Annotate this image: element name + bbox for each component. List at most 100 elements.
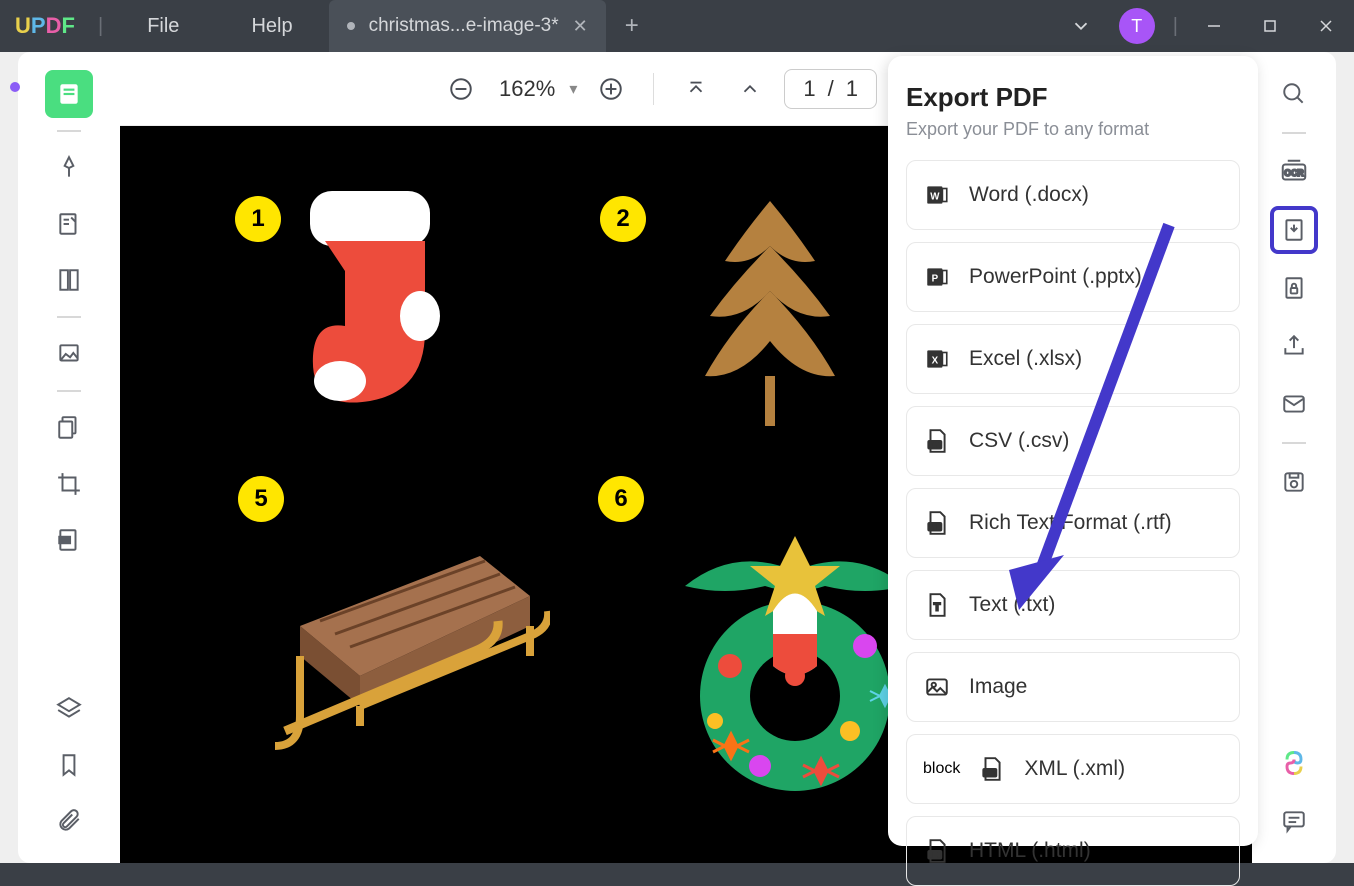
- prev-page-button[interactable]: [730, 69, 770, 109]
- separator: [57, 130, 81, 132]
- document-tab[interactable]: christmas...e-image-3* ✕: [329, 0, 606, 52]
- panel-subtitle: Export your PDF to any format: [906, 119, 1240, 140]
- logo-letter: U: [15, 13, 31, 39]
- separator: [57, 390, 81, 392]
- menu-file[interactable]: File: [111, 15, 215, 38]
- attachments-button[interactable]: [45, 797, 93, 845]
- pinecone-icon: [675, 191, 865, 451]
- rtf-icon: RTF: [923, 509, 951, 537]
- edit-text-tool-button[interactable]: [45, 200, 93, 248]
- reader-tool-button[interactable]: [45, 70, 93, 118]
- share-button[interactable]: [1270, 322, 1318, 370]
- ai-assistant-button[interactable]: [1270, 739, 1318, 787]
- csv-icon: CSV: [923, 427, 951, 455]
- page-number-input[interactable]: 1 / 1: [784, 69, 877, 109]
- export-csv-button[interactable]: CSV CSV (.csv): [906, 406, 1240, 476]
- word-icon: W: [923, 181, 951, 209]
- export-item-label: HTML (.html): [969, 839, 1091, 863]
- export-xml-button[interactable]: block </> XML (.xml): [906, 734, 1240, 804]
- organize-pages-tool-button[interactable]: [45, 404, 93, 452]
- html-icon: H: [923, 837, 951, 865]
- export-rtf-button[interactable]: RTF Rich Text Format (.rtf): [906, 488, 1240, 558]
- svg-text:</>: </>: [986, 771, 994, 777]
- save-button[interactable]: [1270, 458, 1318, 506]
- menu-help[interactable]: Help: [215, 15, 328, 38]
- protect-button[interactable]: [1270, 264, 1318, 312]
- indicator-dot: [10, 82, 20, 92]
- first-page-button[interactable]: [676, 69, 716, 109]
- separator: [57, 316, 81, 318]
- minimize-button[interactable]: [1186, 0, 1242, 52]
- left-toolbar: [18, 52, 120, 863]
- export-powerpoint-button[interactable]: P PowerPoint (.pptx): [906, 242, 1240, 312]
- separator: [653, 73, 654, 105]
- export-item-label: PowerPoint (.pptx): [969, 265, 1142, 289]
- right-toolbar: OCR: [1252, 52, 1336, 863]
- ocr-button[interactable]: OCR: [1270, 148, 1318, 196]
- svg-text:X: X: [932, 355, 939, 366]
- text-icon: T: [923, 591, 951, 619]
- export-item-label: Excel (.xlsx): [969, 347, 1082, 371]
- export-item-label: CSV (.csv): [969, 429, 1069, 453]
- zoom-value: 162%: [495, 76, 559, 102]
- svg-text:T: T: [934, 601, 941, 613]
- close-button[interactable]: [1298, 0, 1354, 52]
- svg-text:H: H: [933, 853, 937, 859]
- close-icon[interactable]: ✕: [573, 16, 588, 37]
- export-text-button[interactable]: T Text (.txt): [906, 570, 1240, 640]
- export-pdf-panel: Export PDF Export your PDF to any format…: [888, 56, 1258, 846]
- xml-icon: </>: [978, 755, 1006, 783]
- app-logo[interactable]: U P D F: [0, 13, 90, 39]
- svg-text:P: P: [932, 273, 939, 284]
- comment-button[interactable]: [1270, 797, 1318, 845]
- tab-title: christmas...e-image-3*: [369, 15, 559, 37]
- item-badge: 1: [235, 196, 281, 242]
- export-pdf-button[interactable]: [1270, 206, 1318, 254]
- export-item-label: Word (.docx): [969, 183, 1089, 207]
- svg-text:CSV: CSV: [929, 443, 941, 449]
- svg-text:W: W: [930, 191, 940, 202]
- zoom-in-button[interactable]: [591, 69, 631, 109]
- current-page: 1: [803, 76, 815, 102]
- export-item-label: Image: [969, 675, 1027, 699]
- crop-tool-button[interactable]: [45, 460, 93, 508]
- user-avatar[interactable]: T: [1119, 8, 1155, 44]
- export-item-label: Rich Text Format (.rtf): [969, 511, 1172, 535]
- sled-icon: [250, 516, 550, 766]
- highlight-tool-button[interactable]: [45, 144, 93, 192]
- powerpoint-icon: P: [923, 263, 951, 291]
- search-button[interactable]: [1270, 70, 1318, 118]
- fill-sign-tool-button[interactable]: [45, 330, 93, 378]
- email-button[interactable]: [1270, 380, 1318, 428]
- stocking-icon: [295, 191, 475, 421]
- layers-button[interactable]: [45, 685, 93, 733]
- separator: [1282, 132, 1306, 134]
- svg-text:RTF: RTF: [930, 525, 941, 531]
- export-excel-button[interactable]: X Excel (.xlsx): [906, 324, 1240, 394]
- zoom-out-button[interactable]: [441, 69, 481, 109]
- redact-tool-button[interactable]: [45, 516, 93, 564]
- divider: |: [98, 15, 103, 38]
- zoom-level[interactable]: 162% ▾: [495, 76, 577, 102]
- logo-letter: F: [62, 13, 75, 39]
- svg-text:OCR: OCR: [1284, 168, 1304, 178]
- export-html-button[interactable]: H HTML (.html): [906, 816, 1240, 886]
- export-word-button[interactable]: W Word (.docx): [906, 160, 1240, 230]
- item-badge: 2: [600, 196, 646, 242]
- logo-letter: P: [31, 13, 46, 39]
- export-image-button[interactable]: Image: [906, 652, 1240, 722]
- total-pages: 1: [846, 76, 858, 102]
- bookmarks-button[interactable]: [45, 741, 93, 789]
- tabs-dropdown-icon[interactable]: [1053, 0, 1109, 52]
- item-badge: 6: [598, 476, 644, 522]
- tab-indicator-icon: [347, 22, 355, 30]
- separator: [1282, 442, 1306, 444]
- page-layout-tool-button[interactable]: [45, 256, 93, 304]
- image-icon: [923, 673, 951, 701]
- page-sep: /: [828, 76, 834, 102]
- logo-letter: D: [46, 13, 62, 39]
- new-tab-button[interactable]: +: [606, 12, 658, 40]
- panel-title: Export PDF: [906, 82, 1240, 113]
- maximize-button[interactable]: [1242, 0, 1298, 52]
- excel-icon: X: [923, 345, 951, 373]
